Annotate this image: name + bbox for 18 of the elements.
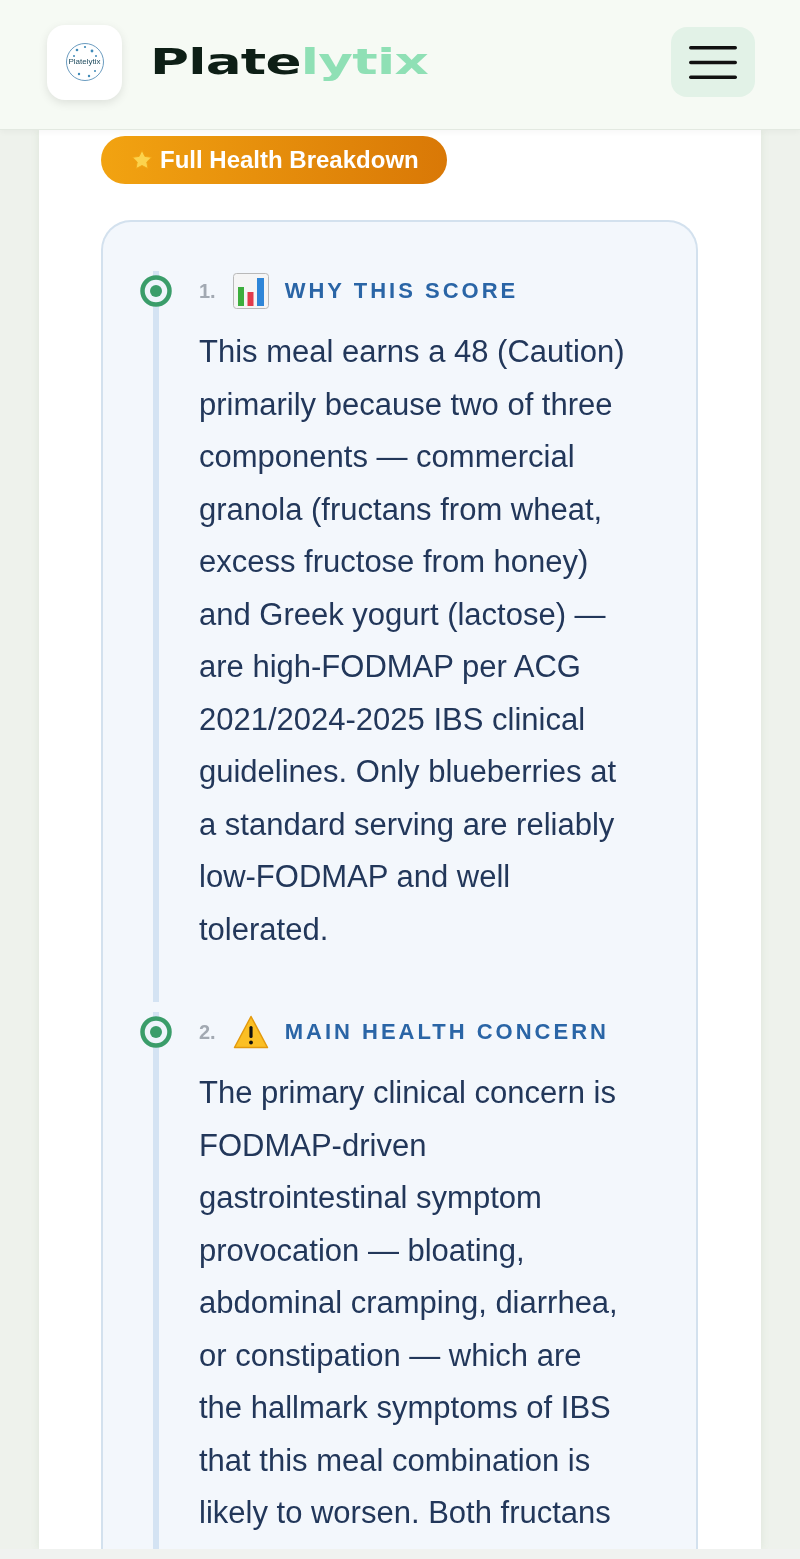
menu-button[interactable] (671, 27, 755, 97)
section-body: This meal earns a 48 (Caution) primarily because two of three components — commercial granola (fructans from wheat, excess fructose from honey) and Greek yogurt (lactose) — are high-FODMAP per ACG 2021/2024-2025 IBS clinical guidelines. Only blueberries at a standard serving are reliably low-FODMAP and well tolerated. (199, 333, 626, 949)
timeline-dot-icon (140, 1016, 172, 1048)
section-number: 2. (199, 1020, 216, 1044)
logo-tile[interactable]: Platelytix (47, 24, 122, 100)
brand-wordmark: Platelytix (150, 41, 428, 83)
badge-label: Full Health Breakdown (160, 145, 419, 175)
section-title: WHY THIS SCORE (284, 277, 519, 305)
section-title: MAIN HEALTH CONCERN (284, 1018, 609, 1046)
logo-emblem-icon (64, 42, 105, 82)
menu-icon (689, 45, 737, 79)
section-body: The primary clinical concern is FODMAP-driven gastrointestinal symptom provocation — bloating, abdominal cramping, diarrhea, or constipation — which are the hallmark symptoms of IBS that this meal combination is likely to worsen. Both fructans (199, 1074, 619, 1532)
timeline-dot-icon (140, 275, 172, 307)
star-icon (131, 149, 153, 171)
bar-chart-icon (232, 273, 269, 309)
logo-text: Platelytix (68, 57, 101, 67)
warning-icon (232, 1015, 269, 1049)
section-number: 1. (199, 279, 216, 303)
